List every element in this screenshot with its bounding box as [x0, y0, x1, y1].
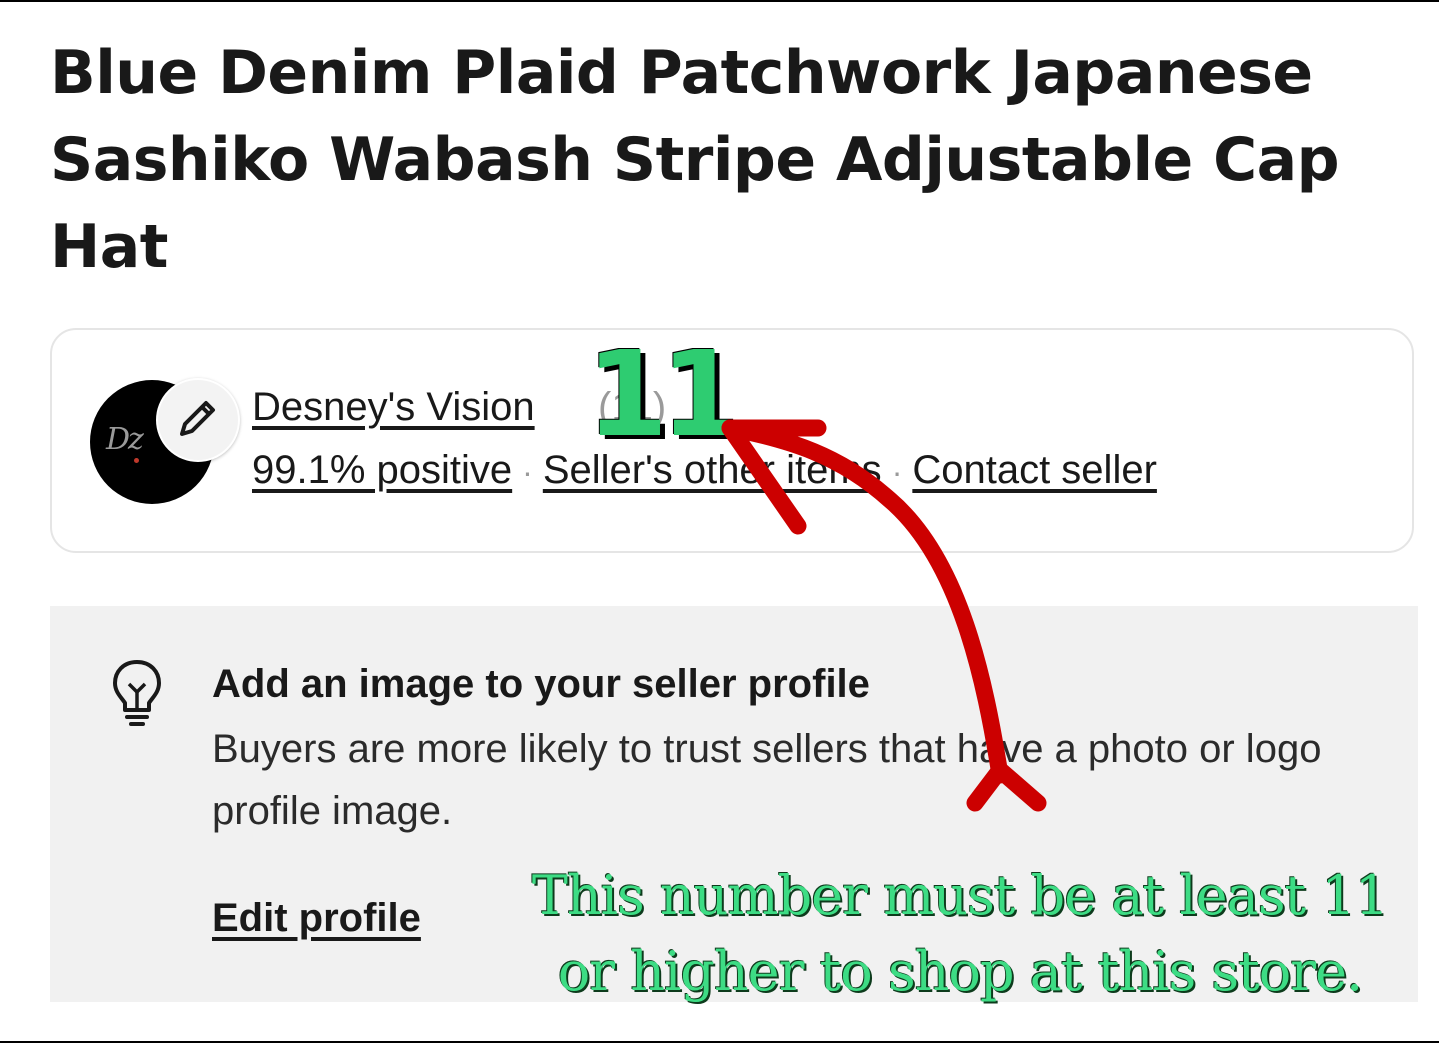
lightbulb-icon	[113, 660, 161, 726]
logo-accent-dot	[134, 458, 139, 463]
contact-seller-link[interactable]: Contact seller	[912, 448, 1157, 492]
edit-profile-link[interactable]: Edit profile	[212, 896, 421, 941]
tip-body: Buyers are more likely to trust sellers …	[212, 727, 1322, 833]
separator: ·	[522, 454, 533, 490]
edit-avatar-button[interactable]	[156, 378, 240, 462]
listing-title: Blue Denim Plaid Patchwork Japanese Sash…	[50, 38, 1340, 282]
pencil-icon	[180, 401, 215, 436]
annotation-note: This number must be at least 11 or highe…	[531, 864, 1389, 1003]
bottom-border	[0, 1041, 1439, 1043]
highlighted-feedback-number: 11	[586, 325, 742, 463]
top-border	[0, 0, 1439, 2]
seller-name-link[interactable]: Desney's Vision	[252, 385, 535, 430]
tip-title: Add an image to your seller profile	[212, 662, 870, 706]
seller-logo-script: Dz	[106, 422, 144, 457]
separator: ·	[891, 454, 903, 490]
positive-feedback-link[interactable]: 99.1% positive	[252, 448, 512, 492]
